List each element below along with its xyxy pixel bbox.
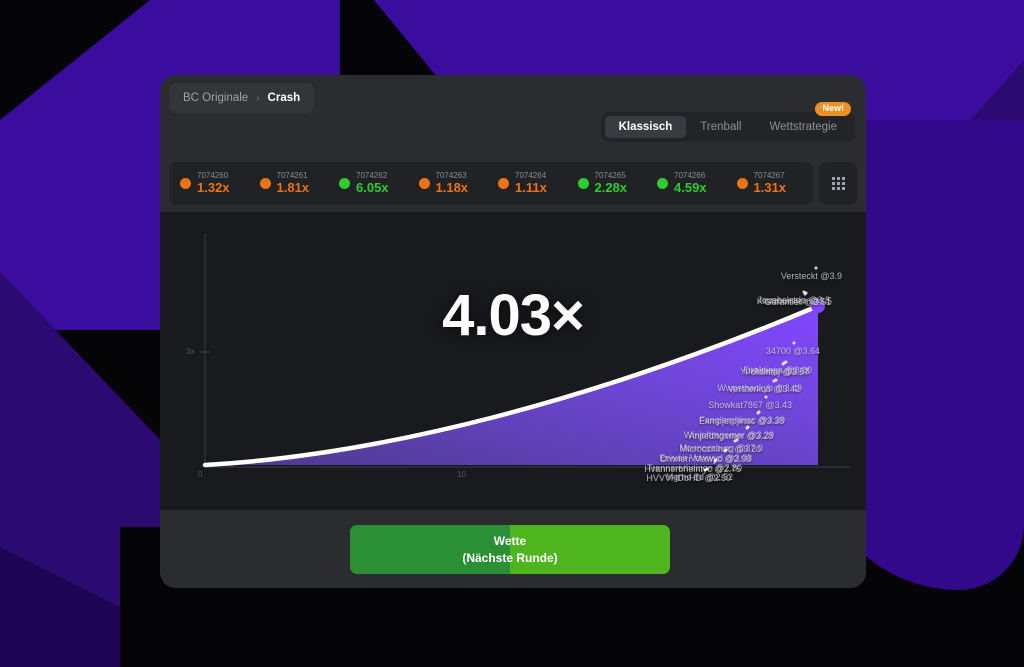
history-status-dot: [736, 178, 748, 189]
bet-footer: Wette (Nächste Runde): [160, 510, 866, 588]
history-multiplier: 1.81x: [276, 179, 310, 195]
grid-dots-icon: [831, 177, 845, 190]
chevron-right-icon: ›: [256, 92, 260, 104]
bet-label: Anjiedhgsmer @3.28: [688, 431, 773, 441]
tab-trenball[interactable]: Trenball: [686, 116, 755, 138]
history-multiplier: 6.05x: [356, 179, 389, 195]
bet-label: Polumtaj @3.57: [744, 367, 809, 377]
bet-label: Showkat7867 @3.43: [708, 400, 792, 410]
bet-marker-dot: [745, 426, 749, 430]
history-multiplier: 1.18x: [435, 179, 469, 195]
bet-marker-dot: [713, 459, 717, 463]
bet-marker-dot: [703, 468, 707, 472]
x-axis-tick-10: 10: [457, 470, 466, 479]
bet-label: HVVVHDbHD @2.50: [646, 473, 731, 483]
x-axis-tick-0: 0: [198, 470, 203, 479]
tab-klassisch[interactable]: Klassisch: [604, 116, 687, 138]
history-item[interactable]: 7074262 6.05x: [332, 172, 412, 194]
history-multiplier: 4.59x: [674, 179, 707, 195]
crash-chart: 3x 0 10 4.03× Versteckt @3.9 Jouabelstdp …: [160, 212, 866, 510]
bet-label: Versteckt @3.9: [780, 271, 842, 281]
bet-button-sublabel: (Nächste Runde): [462, 550, 558, 565]
history-multiplier: 1.11x: [515, 179, 547, 195]
tab-wettstrategie[interactable]: Wettstrategie: [755, 116, 851, 138]
history-item[interactable]: 7074266 4.59x: [650, 172, 730, 194]
bet-marker-dot: [733, 439, 737, 443]
history-item[interactable]: 7074263 1.18x: [412, 172, 492, 194]
crash-curve-svg: [200, 234, 850, 468]
history-item[interactable]: 7074265 2.28x: [571, 172, 651, 194]
history-item[interactable]: 7074264 1.11x: [491, 172, 571, 194]
new-badge: New!: [815, 102, 851, 116]
breadcrumb-root[interactable]: BC Originale: [183, 92, 248, 104]
history-status-dot: [418, 178, 430, 189]
bet-label: Versterkub @3.42: [727, 384, 800, 394]
history-item[interactable]: 7074267 1.31x: [730, 172, 810, 194]
mode-tabs: Klassisch Trenball Wettstrategie New!: [600, 102, 855, 142]
breadcrumb[interactable]: BC Originale › Crash: [169, 83, 315, 113]
bet-button-label: Wette: [493, 534, 527, 549]
bet-marker-dot: [756, 411, 760, 415]
history-multiplier: 2.28x: [594, 179, 628, 195]
bet-marker-dot: [781, 362, 785, 366]
history-status-dot: [577, 178, 589, 189]
history-status-dot: [180, 178, 191, 189]
bet-label: Exmpjerpjinsc @3.38: [698, 416, 784, 426]
round-history-list: 7074260 1.32x 7074261 1.81x 7074262 6.05x 7074…: [169, 162, 813, 205]
history-multiplier: 1.31x: [753, 179, 787, 195]
breadcrumb-current: Crash: [267, 92, 301, 104]
game-window: BC Originale › Crash Klassisch Trenball …: [160, 75, 866, 588]
current-multiplier: 4.03×: [442, 283, 585, 348]
history-item[interactable]: 7074260 1.32x: [173, 172, 253, 194]
round-history-bar: 7074260 1.32x 7074261 1.81x 7074262 6.05x 7074…: [169, 162, 857, 205]
history-status-dot: [657, 178, 668, 189]
bet-marker-dot: [772, 379, 776, 383]
history-status-dot: [259, 178, 271, 189]
history-multiplier: 1.32x: [197, 179, 230, 195]
history-menu-button[interactable]: [819, 162, 857, 205]
history-status-dot: [498, 178, 509, 189]
bet-marker-dot: [723, 449, 727, 453]
bet-marker-dot: [814, 266, 818, 270]
place-bet-button[interactable]: Wette (Nächste Runde): [350, 525, 670, 574]
history-item[interactable]: 7074261 1.81x: [253, 172, 333, 194]
history-status-dot: [339, 178, 350, 189]
bet-marker-dot: [764, 395, 768, 399]
